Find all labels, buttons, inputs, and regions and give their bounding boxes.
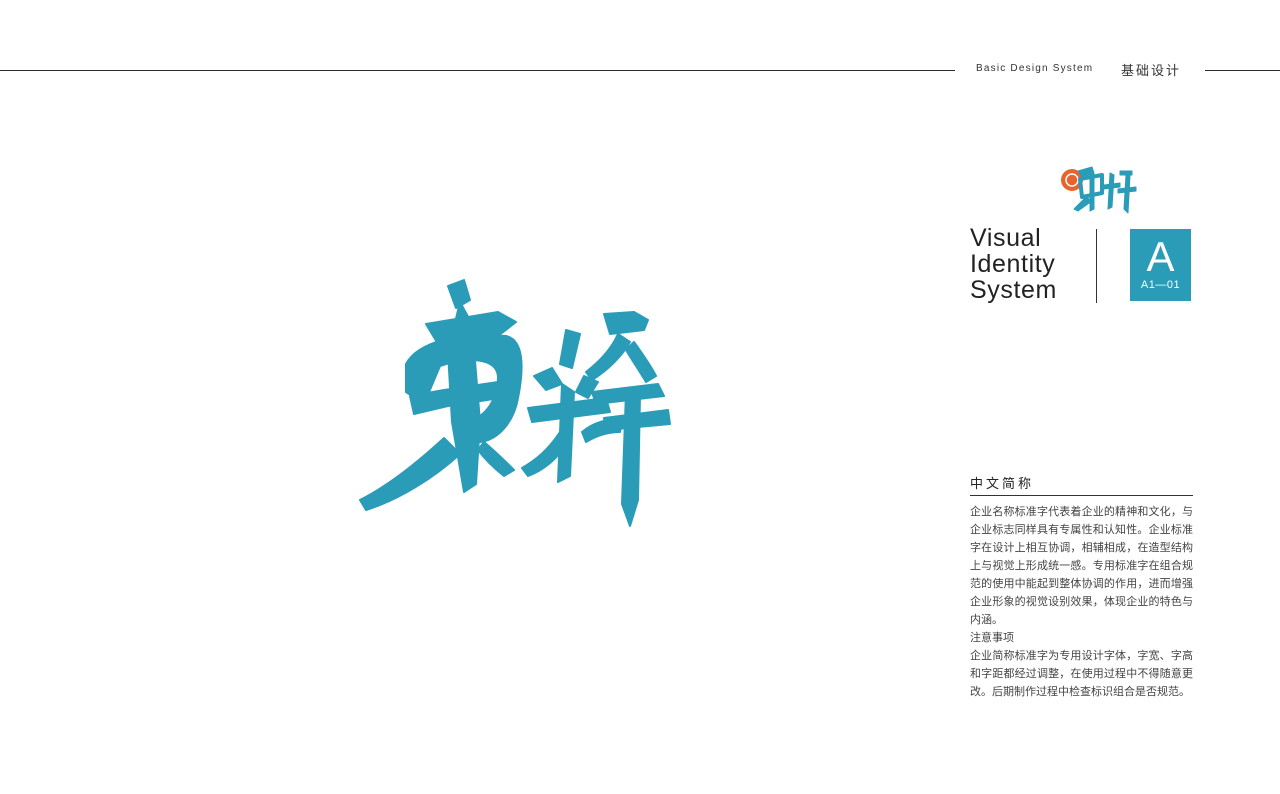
brand-wordmark-logo	[359, 279, 671, 527]
header-rule-right	[1205, 70, 1280, 71]
section-letter: A	[1146, 233, 1175, 280]
brand-logo-small	[1061, 166, 1137, 214]
vi-title-line-2: Identity	[970, 250, 1056, 278]
vi-title: Visual Identity System	[970, 225, 1057, 303]
section-code-badge: A A1—01	[1130, 229, 1191, 301]
description-paragraph-2: 企业简称标准字为专用设计字体，字宽、字高和字距都经过调整，在使用过程中不得随意更…	[970, 649, 1193, 698]
header-subtitle-cn: 基础设计	[1121, 64, 1182, 79]
notes-title: 注意事项	[970, 631, 1014, 644]
header-subtitle-en: Basic Design System	[976, 63, 1094, 74]
page-code: A1—01	[1140, 279, 1181, 291]
vi-divider	[1096, 229, 1097, 303]
vi-title-line-1: Visual	[970, 224, 1042, 252]
description-paragraph-1: 企业名称标准字代表着企业的精神和文化，与企业标志同样具有专属性和认知性。企业标准…	[970, 505, 1193, 626]
section-description: 企业名称标准字代表着企业的精神和文化，与企业标志同样具有专属性和认知性。企业标准…	[970, 503, 1193, 701]
section-title: 中文简称	[970, 477, 1035, 492]
header-rule-left	[0, 70, 955, 71]
vi-title-line-3: System	[970, 276, 1057, 304]
section-rule	[970, 495, 1193, 496]
vi-page: Basic Design System 基础设计 Visual Identity…	[0, 0, 1280, 794]
